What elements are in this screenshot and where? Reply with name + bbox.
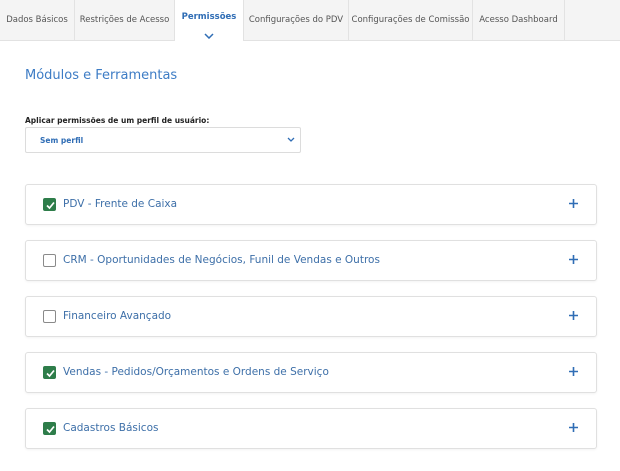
module-label: Cadastros Básicos xyxy=(63,422,159,434)
plus-icon[interactable] xyxy=(568,198,579,209)
tab-restricoes-de-acesso[interactable]: Restrições de Acesso xyxy=(75,0,175,40)
plus-icon[interactable] xyxy=(568,422,579,433)
tab-acesso-dashboard[interactable]: Acesso Dashboard xyxy=(473,0,565,40)
plus-icon[interactable] xyxy=(568,310,579,321)
check-icon xyxy=(46,425,55,434)
module-checkbox[interactable] xyxy=(43,198,56,211)
tab-label: Restrições de Acesso xyxy=(79,15,170,25)
tab-label: Dados Básicos xyxy=(6,15,68,25)
section-title: Módulos e Ferramentas xyxy=(25,68,178,83)
module-checkbox[interactable] xyxy=(43,310,56,323)
module-panel-vendas: Vendas - Pedidos/Orçamentos e Ordens de … xyxy=(25,352,597,393)
module-panel-cadastros: Cadastros Básicos xyxy=(25,408,597,449)
profile-select-value: Sem perfil xyxy=(40,136,84,145)
module-panel-crm: CRM - Oportunidades de Negócios, Funil d… xyxy=(25,240,597,281)
tab-label: Acesso Dashboard xyxy=(479,15,558,25)
module-checkbox[interactable] xyxy=(43,254,56,267)
check-icon xyxy=(46,201,55,210)
module-panel-pdv: PDV - Frente de Caixa xyxy=(25,184,597,225)
module-label: Vendas - Pedidos/Orçamentos e Ordens de … xyxy=(63,366,329,378)
tab-label: Permissões xyxy=(181,11,237,22)
profile-select-label: Aplicar permissões de um perfil de usuár… xyxy=(25,116,210,125)
tab-configuracoes-do-pdv[interactable]: Configurações do PDV xyxy=(244,0,349,40)
plus-icon[interactable] xyxy=(568,254,579,265)
plus-icon[interactable] xyxy=(568,366,579,377)
chevron-down-icon xyxy=(287,137,295,142)
tab-bar: Dados Básicos Restrições de Acesso Permi… xyxy=(0,0,620,41)
module-panel-financeiro: Financeiro Avançado xyxy=(25,296,597,337)
module-checkbox[interactable] xyxy=(43,422,56,435)
tab-dados-basicos[interactable]: Dados Básicos xyxy=(0,0,75,40)
module-label: PDV - Frente de Caixa xyxy=(63,198,178,210)
tab-label: Configurações de Comissão xyxy=(351,15,470,25)
chevron-down-icon xyxy=(204,33,214,39)
module-label: CRM - Oportunidades de Negócios, Funil d… xyxy=(63,254,380,266)
tab-label: Configurações do PDV xyxy=(248,15,344,25)
tab-permissoes[interactable]: Permissões xyxy=(175,0,244,41)
check-icon xyxy=(46,369,55,378)
module-label: Financeiro Avançado xyxy=(63,310,172,322)
module-checkbox[interactable] xyxy=(43,366,56,379)
profile-select[interactable]: Sem perfil xyxy=(25,127,301,153)
tab-configuracoes-de-comissao[interactable]: Configurações de Comissão xyxy=(349,0,473,40)
